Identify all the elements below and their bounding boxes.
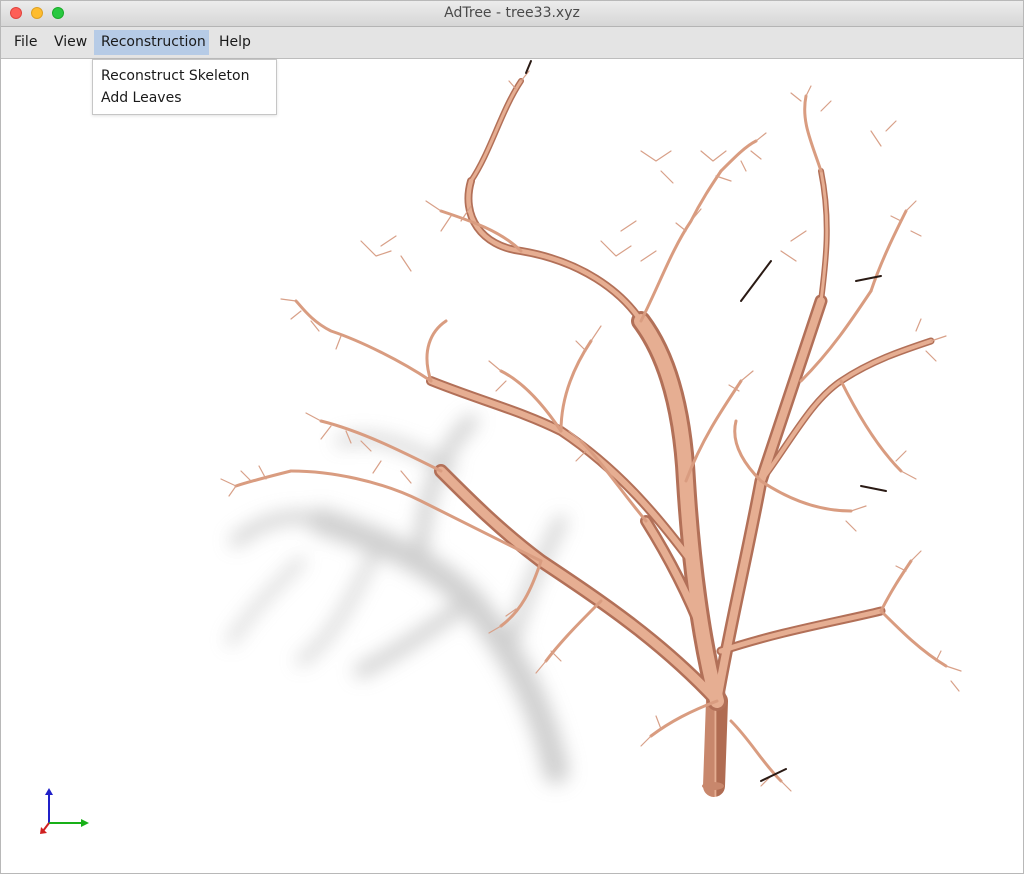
- menu-view[interactable]: View: [47, 30, 94, 55]
- menu-item-reconstruct-skeleton[interactable]: Reconstruct Skeleton: [101, 66, 249, 86]
- menu-bar: File View Reconstruction Help: [1, 27, 1023, 59]
- reconstruction-dropdown-menu: Reconstruct Skeleton Add Leaves: [92, 59, 277, 115]
- tree-model-render: [220, 60, 962, 797]
- menu-help[interactable]: Help: [212, 30, 258, 55]
- axes-indicator-icon: [40, 788, 89, 834]
- app-window: AdTree - tree33.xyz File View Reconstruc…: [0, 0, 1024, 874]
- tree-branches: [220, 60, 962, 797]
- window-title: AdTree - tree33.xyz: [444, 5, 580, 21]
- menu-reconstruction[interactable]: Reconstruction: [94, 30, 209, 55]
- 3d-viewport[interactable]: [1, 59, 1023, 873]
- title-bar[interactable]: AdTree - tree33.xyz: [1, 1, 1023, 27]
- menu-file[interactable]: File: [7, 30, 44, 55]
- menu-item-add-leaves[interactable]: Add Leaves: [101, 88, 182, 108]
